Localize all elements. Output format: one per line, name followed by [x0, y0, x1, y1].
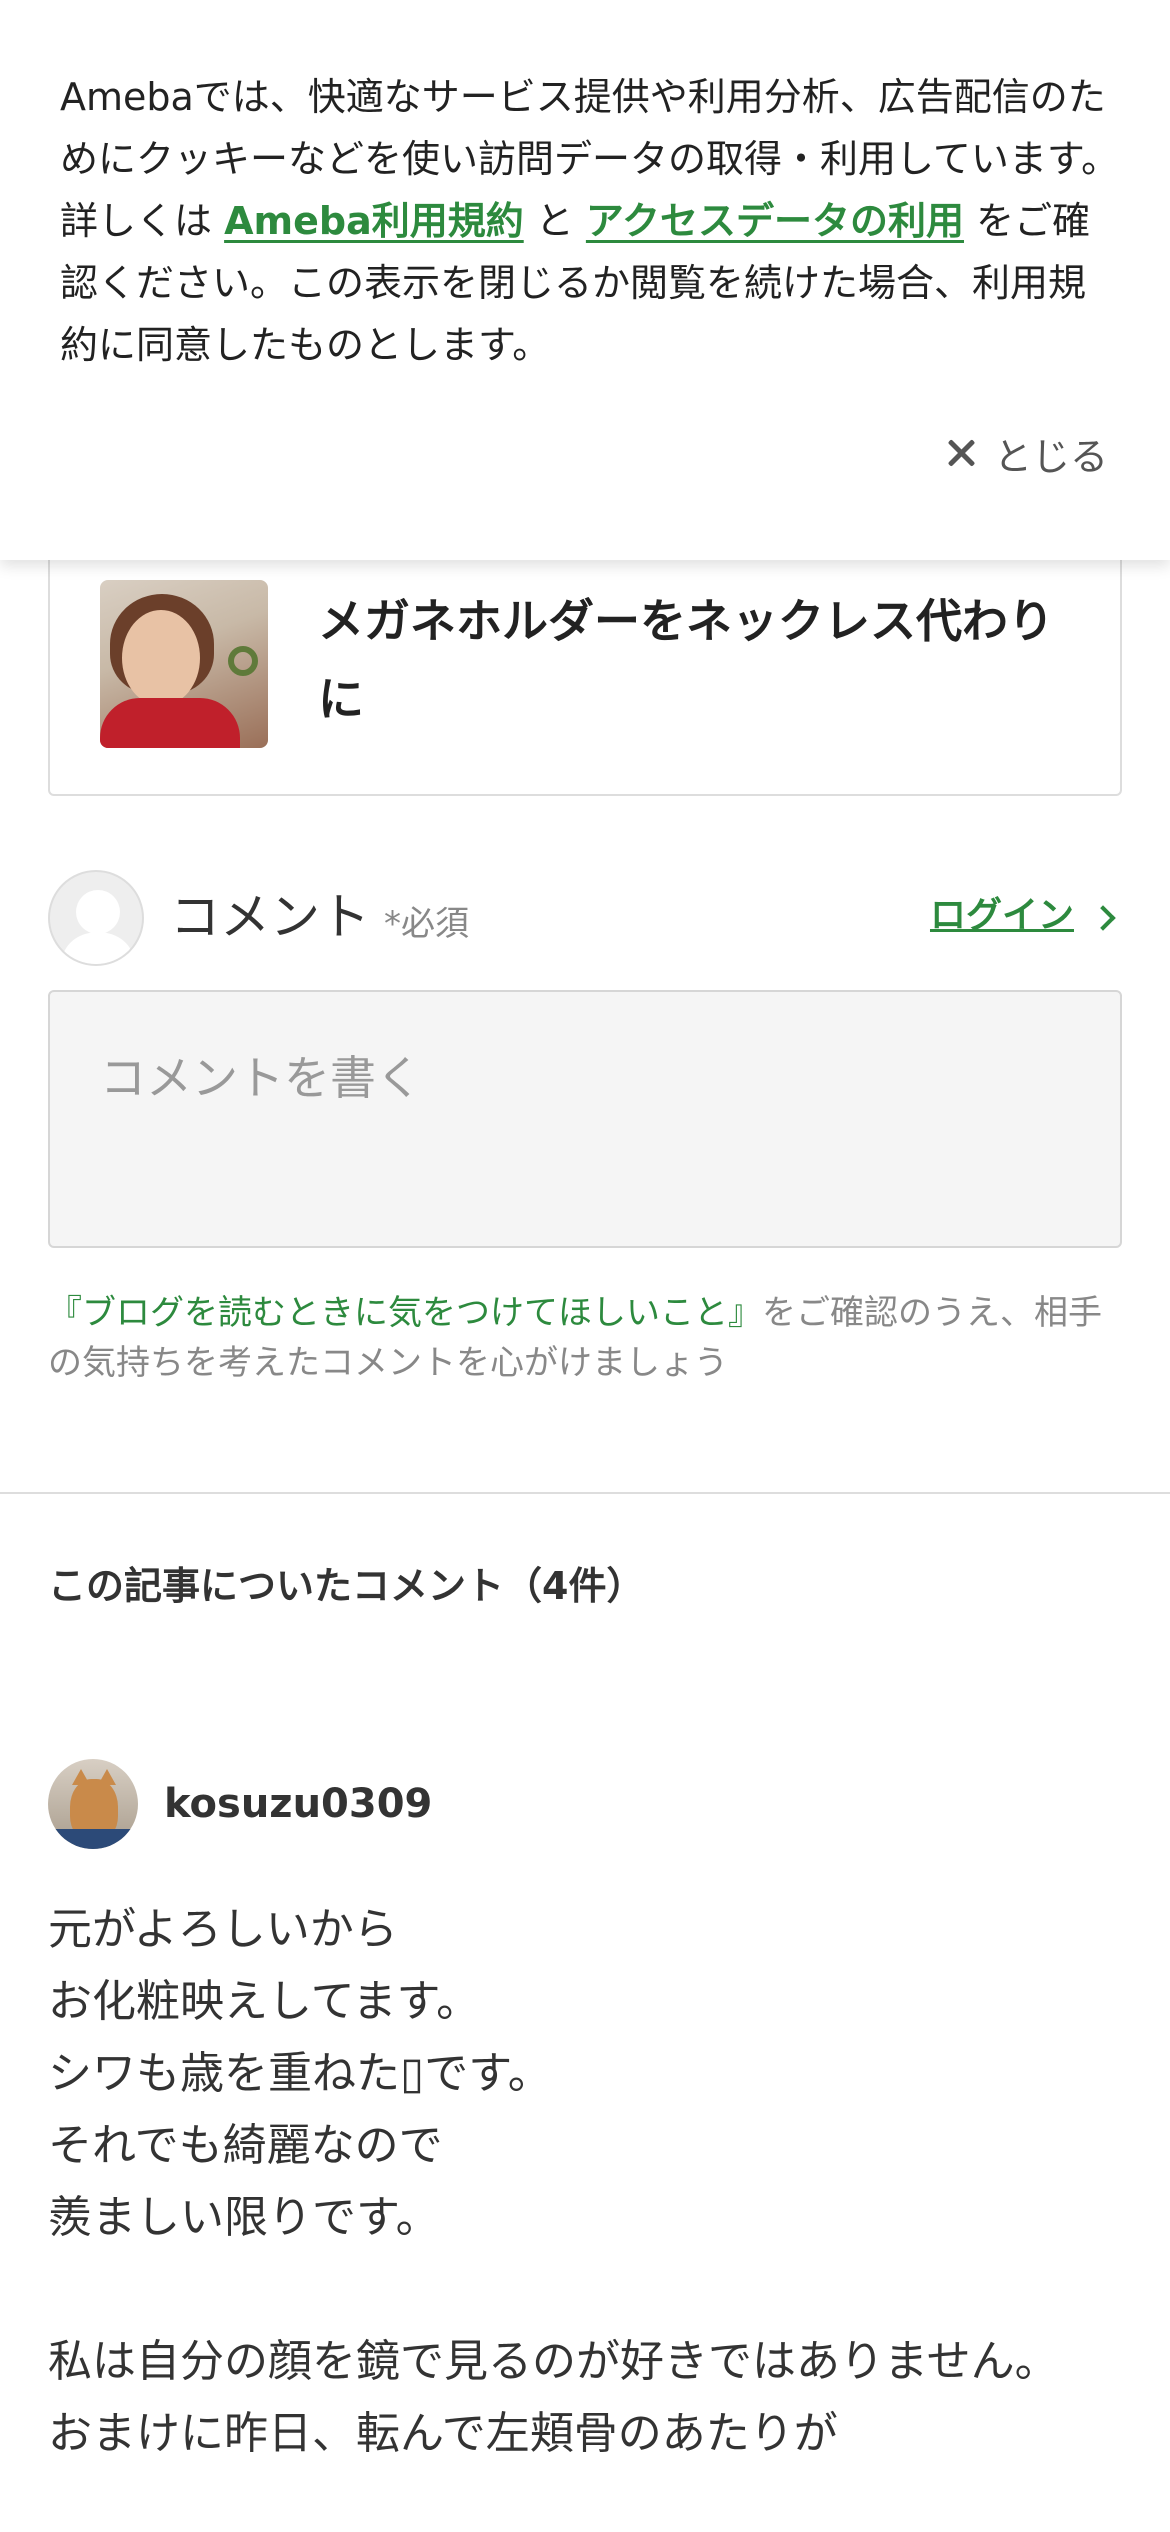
close-banner-button[interactable]: とじる [946, 420, 1108, 486]
default-avatar-icon [48, 870, 144, 966]
close-icon [946, 438, 976, 468]
comment-label: コメント [170, 888, 370, 946]
access-data-link[interactable]: アクセスデータの利用 [586, 199, 964, 243]
required-label: *必須 [384, 904, 469, 944]
login-label: ログイン [929, 895, 1074, 936]
cookie-notice-text: Amebaでは、快適なサービス提供や利用分析、広告配信のためにクッキーなどを使い… [60, 66, 1120, 376]
comments-heading: この記事についたコメント（4件） [48, 1564, 645, 1608]
cookie-banner: Amebaでは、快適なサービス提供や利用分析、広告配信のためにクッキーなどを使い… [0, 0, 1170, 560]
comment-author[interactable]: kosuzu0309 [48, 1758, 432, 1850]
login-link[interactable]: ログイン [929, 888, 1116, 944]
comment-username[interactable]: kosuzu0309 [164, 1781, 432, 1827]
article-thumbnail [100, 580, 268, 748]
section-divider [0, 1492, 1170, 1494]
terms-link[interactable]: Ameba利用規約 [224, 199, 524, 243]
comment-text: 元がよろしいから お化粧映えしてます。 シワも歳を重ねた▯です。 それでも綺麗な… [48, 1904, 1059, 2459]
article-card[interactable]: メガネホルダーをネックレス代わりに [48, 520, 1122, 796]
chevron-right-icon [1090, 905, 1116, 931]
guideline-link[interactable]: 『ブログを読むときに気をつけてほしいこと』 [48, 1293, 762, 1333]
avatar[interactable] [48, 1759, 138, 1849]
comment-body: 元がよろしいから お化粧映えしてます。 シワも歳を重ねた▯です。 それでも綺麗な… [48, 1894, 1122, 2470]
comment-form-header: コメント *必須 ログイン [48, 868, 1122, 968]
comment-guideline: 『ブログを読むときに気をつけてほしいこと』をご確認のうえ、相手の気持ちを考えたコ… [48, 1288, 1122, 1388]
cookie-text-middle: と [523, 199, 586, 243]
article-title: メガネホルダーをネックレス代わりに [318, 594, 1054, 726]
comment-input[interactable] [48, 990, 1122, 1248]
close-label: とじる [993, 434, 1108, 479]
